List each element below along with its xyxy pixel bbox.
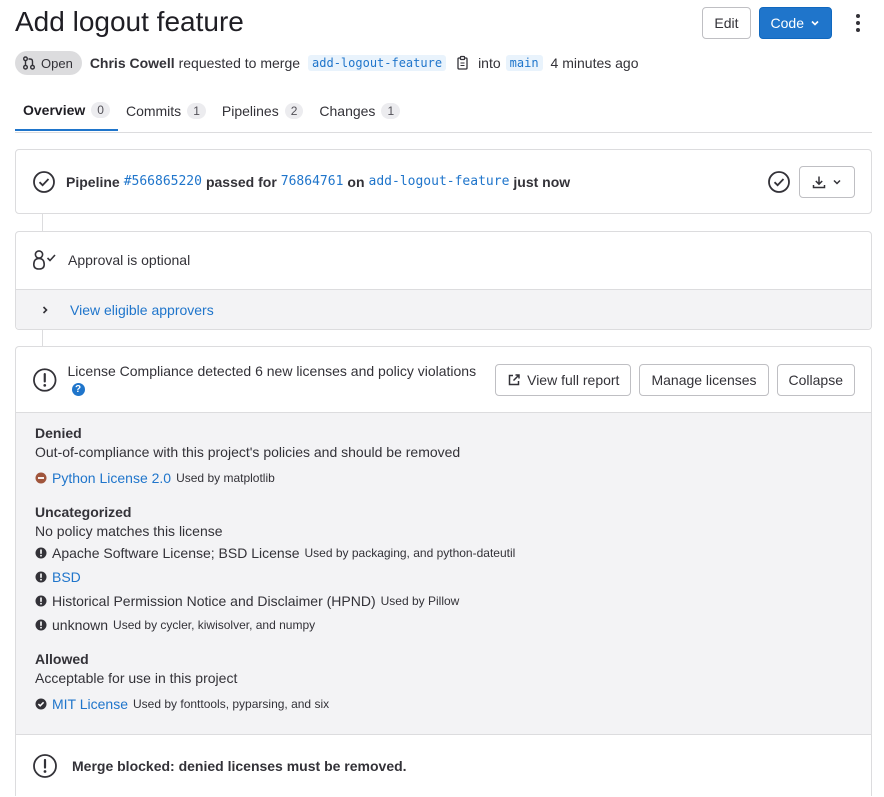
list-item: Historical Permission Notice and Disclai… (35, 589, 852, 613)
tab-count: 1 (187, 102, 206, 119)
license-name: Apache Software License; BSD License (52, 545, 300, 561)
warning-icon (35, 595, 47, 607)
warning-icon (33, 367, 57, 392)
page-title: Add logout feature (15, 6, 244, 37)
license-name: unknown (52, 617, 109, 633)
commit-link[interactable]: 76864761 (281, 174, 344, 189)
pipeline-id-link[interactable]: #566865220 (124, 174, 202, 189)
approval-status-text: Approval is optional (68, 252, 191, 268)
code-button-label: Code (770, 15, 804, 31)
list-item: Python License 2.0 Used by matplotlib (35, 466, 852, 490)
group-title: Allowed (35, 651, 89, 667)
into-text: into (478, 55, 501, 71)
license-group-denied: Denied Out-of-compliance with this proje… (35, 425, 852, 490)
header-actions: Edit Code (702, 7, 870, 39)
chevron-right-icon[interactable] (40, 305, 50, 315)
group-title: Denied (35, 425, 82, 441)
group-description: Out-of-compliance with this project's po… (35, 444, 461, 460)
merge-request-icon (23, 56, 35, 70)
license-name: Historical Permission Notice and Disclai… (52, 593, 376, 609)
license-name-link[interactable]: BSD (52, 569, 81, 585)
tab-overview[interactable]: Overview 0 (15, 90, 118, 131)
list-item: unknown Used by cycler, kiwisolver, and … (35, 613, 852, 637)
license-summary: License Compliance detected 6 new licens… (68, 363, 486, 396)
warning-icon (33, 754, 57, 778)
group-description: Acceptable for use in this project (35, 670, 238, 686)
merge-blocked-message: Merge blocked: denied licenses must be r… (16, 735, 871, 797)
merge-request-meta: Open Chris Cowell requested to merge add… (15, 51, 639, 75)
list-item: MIT License Used by fonttools, pyparsing… (35, 692, 852, 716)
license-used-by: Used by fonttools, pyparsing, and six (133, 697, 330, 711)
merge-request-tabs: Overview 0 Commits 1 Pipelines 2 Changes… (15, 90, 872, 133)
status-label: Open (41, 55, 73, 71)
approvers-toggle[interactable]: View eligible approvers (16, 289, 871, 329)
tab-count: 2 (284, 102, 304, 119)
code-dropdown-button[interactable]: Code (758, 7, 832, 39)
status-success-icon[interactable] (767, 170, 791, 194)
help-icon[interactable]: ? (71, 383, 85, 396)
license-group-allowed: Allowed Acceptable for use in this proje… (35, 651, 852, 716)
license-used-by: Used by packaging, and python-dateutil (304, 546, 516, 560)
pipeline-time: just now (513, 173, 571, 190)
tab-label: Overview (23, 101, 86, 118)
group-description: No policy matches this license (35, 523, 223, 539)
target-branch[interactable]: main (505, 55, 543, 71)
tab-label: Changes (319, 102, 376, 119)
view-full-report-button[interactable]: View full report (495, 363, 632, 396)
tab-commits[interactable]: Commits 1 (118, 90, 214, 131)
merge-blocked-text: Merge blocked: denied licenses must be r… (72, 758, 407, 774)
pipeline-prefix: Pipeline (66, 173, 120, 190)
pipeline-branch-link[interactable]: add-logout-feature (369, 174, 510, 189)
download-icon (812, 176, 826, 188)
group-title: Uncategorized (35, 504, 132, 520)
license-name-link[interactable]: Python License 2.0 (52, 470, 171, 486)
warning-icon (35, 547, 47, 559)
download-artifacts-button[interactable] (799, 165, 855, 198)
edit-button[interactable]: Edit (702, 7, 751, 39)
manage-licenses-button[interactable]: Manage licenses (639, 363, 769, 396)
license-summary-text: License Compliance detected 6 new licens… (67, 363, 477, 379)
collapse-button[interactable]: Collapse (776, 363, 855, 396)
license-used-by: Used by Pillow (380, 594, 460, 608)
tab-pipelines[interactable]: Pipelines 2 (214, 90, 312, 131)
timeline-connector (42, 214, 43, 231)
view-full-report-label: View full report (527, 371, 620, 388)
license-used-by: Used by matplotlib (176, 471, 275, 485)
timeline-connector (42, 330, 43, 346)
pipeline-passed-icon (32, 170, 56, 194)
denied-icon (35, 472, 47, 484)
approval-widget: Approval is optional View eligible appro… (15, 231, 872, 330)
status-badge: Open (15, 51, 82, 75)
more-actions-icon[interactable] (846, 7, 870, 39)
chevron-down-icon (811, 20, 819, 26)
license-group-uncategorized: Uncategorized No policy matches this lic… (35, 504, 852, 637)
tab-count: 1 (381, 102, 401, 119)
warning-icon (35, 571, 47, 583)
list-item: BSD (35, 565, 852, 589)
license-report-body: Denied Out-of-compliance with this proje… (16, 413, 871, 735)
tab-count: 0 (91, 101, 110, 118)
chevron-down-icon (833, 179, 841, 185)
pipeline-on-text: on (347, 173, 365, 190)
license-name-link[interactable]: MIT License (52, 696, 128, 712)
license-used-by: Used by cycler, kiwisolver, and numpy (113, 618, 316, 632)
tab-label: Pipelines (221, 102, 279, 119)
pipeline-passed-text: passed for (205, 173, 277, 190)
list-item: Apache Software License; BSD License Use… (35, 541, 852, 565)
requested-text: requested to merge (178, 55, 301, 71)
timestamp: 4 minutes ago (550, 55, 639, 71)
warning-icon (35, 619, 47, 631)
approval-icon (32, 250, 56, 270)
license-compliance-widget: License Compliance detected 6 new licens… (15, 346, 872, 796)
author-name[interactable]: Chris Cowell (90, 55, 175, 71)
source-branch[interactable]: add-logout-feature (308, 55, 447, 71)
tab-changes[interactable]: Changes 1 (311, 90, 408, 131)
pipeline-widget: Pipeline #566865220 passed for 76864761 … (15, 149, 872, 214)
view-eligible-approvers-link[interactable]: View eligible approvers (70, 302, 214, 318)
copy-icon[interactable] (456, 55, 470, 71)
external-link-icon (508, 373, 520, 385)
tab-label: Commits (125, 102, 182, 119)
check-circle-icon (35, 698, 47, 710)
